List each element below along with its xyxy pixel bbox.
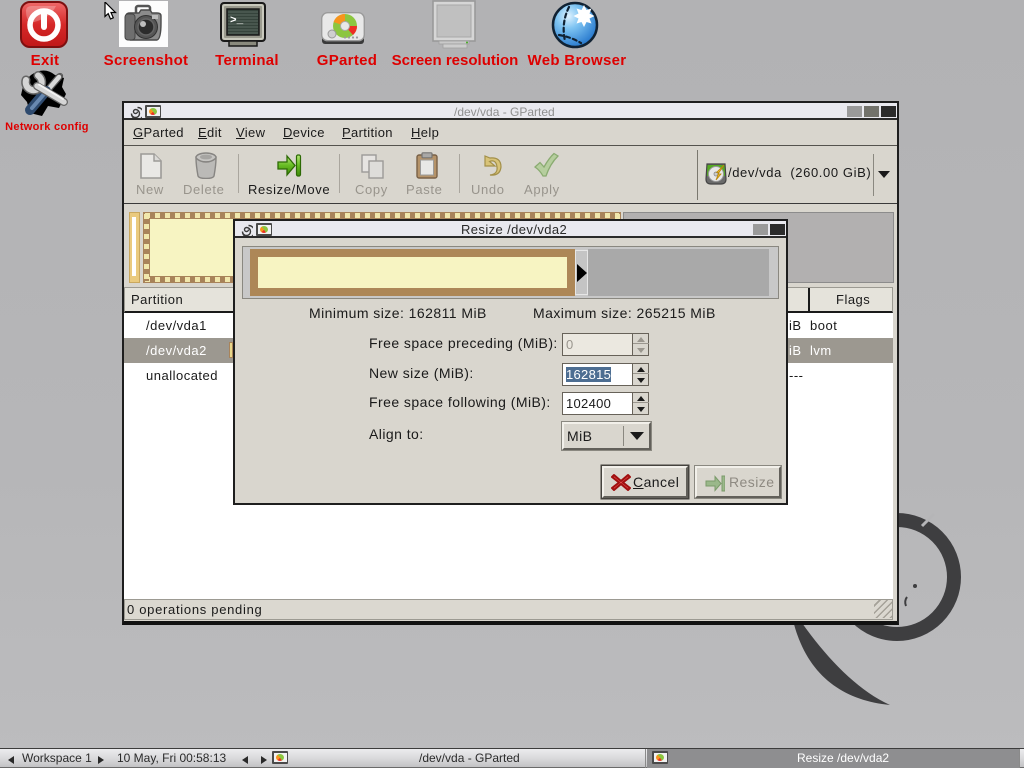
svg-text:>_: >_ (230, 15, 244, 27)
